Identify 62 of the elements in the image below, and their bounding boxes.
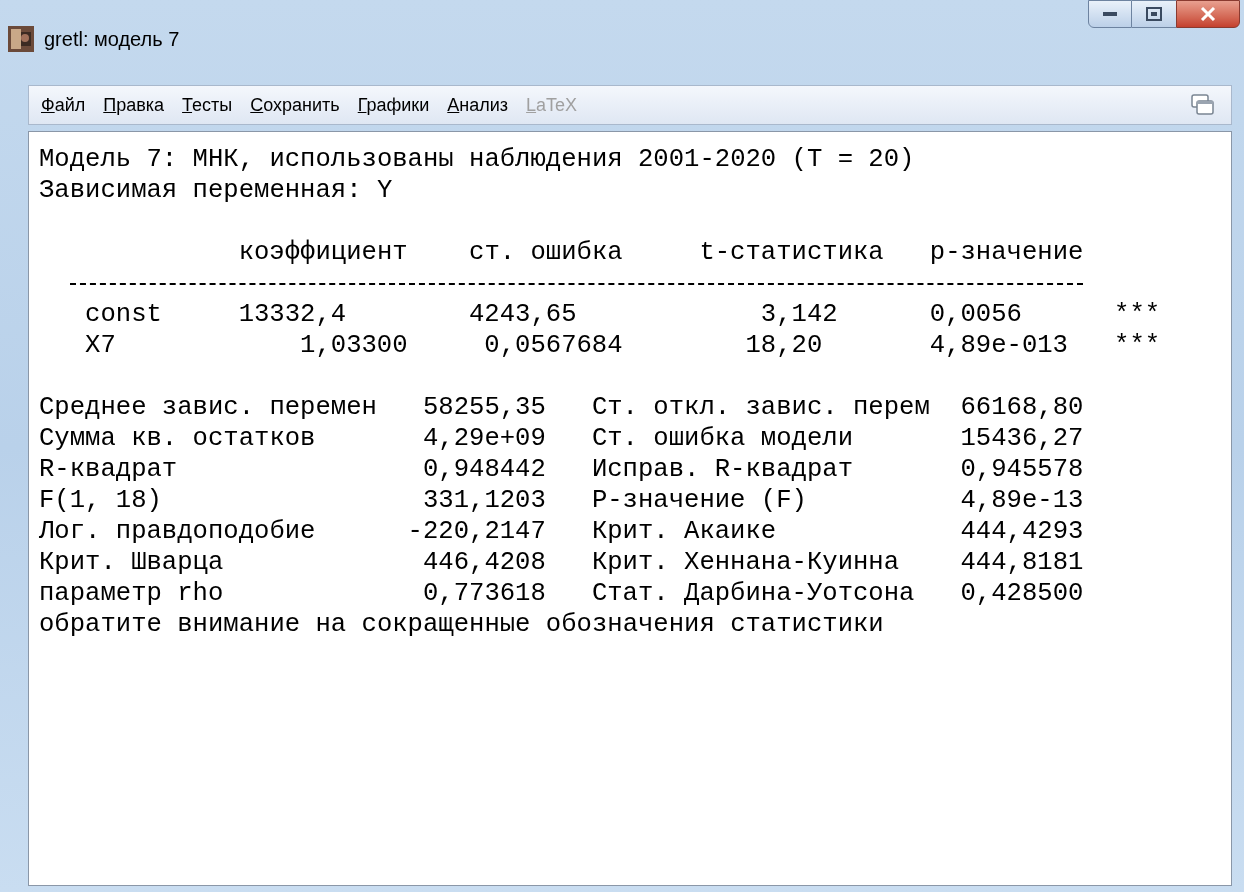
table-cell: 4,89e-013 (929, 330, 1068, 361)
close-icon (1200, 7, 1216, 21)
detach-window-icon[interactable] (1191, 94, 1215, 116)
stat-label: Лог. правдоподобие (39, 516, 316, 547)
minimize-button[interactable] (1088, 0, 1132, 28)
stat-label: Крит. Шварца (39, 547, 224, 578)
output-line: Модель 7: МНК, использованы наблюдения 2001-2020 (T = 20) (39, 144, 915, 175)
maximize-button[interactable] (1132, 0, 1176, 28)
stat-label: R-квадрат (39, 454, 178, 485)
stat-value: 331,1203 (422, 485, 546, 516)
stat-value: 444,8181 (960, 547, 1084, 578)
stat-value: 0,773618 (422, 578, 546, 609)
table-cell: 0,0567684 (484, 330, 623, 361)
stat-value: 15436,27 (960, 423, 1084, 454)
stat-label: F(1, 18) (39, 485, 162, 516)
stat-value: 66168,80 (960, 392, 1084, 423)
output-line: Зависимая переменная: Y (39, 175, 393, 206)
menu-item[interactable]: Анализ (447, 91, 509, 119)
stat-label: Стат. Дарбина-Уотсона (591, 578, 915, 609)
app-icon (8, 26, 34, 52)
stat-label: Среднее завис. перемен (39, 392, 377, 423)
stat-label: Крит. Хеннана-Куинна (591, 547, 900, 578)
stat-label: Сумма кв. остатков (39, 423, 316, 454)
stat-label: Ст. ошибка модели (591, 423, 853, 454)
stat-value: 0,428500 (960, 578, 1084, 609)
table-cell: 3,142 (760, 299, 838, 330)
stat-value: 4,89e-13 (960, 485, 1084, 516)
window-title: gretl: модель 7 (44, 27, 180, 52)
minimize-icon (1103, 12, 1117, 16)
significance-stars: *** (1114, 330, 1161, 361)
stat-value: 4,29e+09 (422, 423, 546, 454)
stat-label: P-значение (F) (591, 485, 807, 516)
table-cell: 1,03300 (300, 330, 408, 361)
close-button[interactable] (1176, 0, 1240, 28)
stat-value: -220,2147 (407, 516, 546, 547)
table-cell: 13332,4 (238, 299, 347, 330)
column-header: коэффициент (238, 237, 408, 268)
table-cell: 18,20 (745, 330, 823, 361)
stat-label: Ст. откл. завис. перем (591, 392, 930, 423)
stat-value: 446,4208 (422, 547, 546, 578)
output-note: обратите внимание на сокращенные обозначения статистики (39, 609, 884, 640)
table-cell: 0,0056 (929, 299, 1022, 330)
row-label: const (85, 299, 163, 330)
stat-label: Исправ. R-квадрат (591, 454, 853, 485)
row-label: X7 (85, 330, 117, 361)
menu-item[interactable]: Сохранить (250, 91, 340, 119)
stat-value: 444,4293 (960, 516, 1084, 547)
significance-stars: *** (1114, 299, 1161, 330)
stat-value: 0,948442 (422, 454, 546, 485)
table-cell: 4243,65 (469, 299, 577, 330)
stat-value: 58255,35 (422, 392, 546, 423)
menu-item[interactable]: Графики (357, 91, 430, 119)
menu-item[interactable]: Правка (103, 91, 165, 119)
maximize-icon (1146, 7, 1162, 21)
column-header: p-значение (929, 237, 1084, 268)
stat-value: 0,945578 (960, 454, 1084, 485)
stat-label: параметр rho (39, 578, 224, 609)
stat-label: Крит. Акаике (591, 516, 777, 547)
column-header: ст. ошибка (469, 237, 623, 268)
menu-item[interactable]: Файл (41, 91, 86, 119)
column-header: t-статистика (699, 237, 884, 268)
menu-item[interactable]: Тесты (182, 91, 233, 119)
